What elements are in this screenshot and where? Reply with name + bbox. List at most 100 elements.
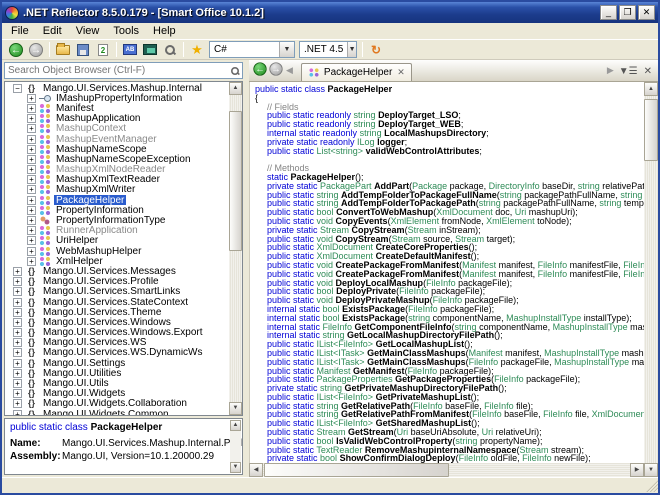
tree-item[interactable]: +{}Mango.UI.Services.Windows.Export [5,328,229,338]
language-select[interactable]: C# ▼ [209,41,295,58]
back-button[interactable]: ← [7,41,25,58]
tab-packagehelper[interactable]: PackageHelper ✕ [301,63,412,81]
tree-item[interactable]: +{}Mango.UI.Services.StateContext [5,297,229,307]
tab-close-icon[interactable]: ✕ [397,67,405,78]
tree-item[interactable]: +{}Mango.UI.Services.SmartLinks [5,287,229,297]
search-input[interactable] [5,65,229,76]
tree-expander[interactable]: + [27,236,36,245]
tree-item[interactable]: +MashupApplication [5,114,229,124]
tree-item[interactable]: +RunnerApplication [5,226,229,236]
code-line[interactable]: public static class PackageHelper [255,85,644,94]
tree-expander[interactable]: + [27,114,36,123]
tree-item[interactable]: +WebMashupHelper [5,246,229,256]
forward-button[interactable]: → [27,41,45,58]
chevron-down-icon[interactable]: ▼ [279,42,294,57]
tree-expander[interactable]: − [13,84,22,93]
tree-expander[interactable]: + [13,318,22,327]
tree-item[interactable]: +{}Mango.UI.Services.Profile [5,277,229,287]
tree-item[interactable]: +{}Mango.UI.Widgets.Common [5,409,229,415]
tree-item[interactable]: +UriHelper [5,236,229,246]
scrollbar-thumb[interactable] [264,463,449,477]
tree-scrollbar[interactable]: ▲ ▼ [229,82,242,415]
scrollbar-thumb[interactable] [229,111,242,251]
tree-expander[interactable]: + [27,124,36,133]
tree-expander[interactable]: + [27,185,36,194]
favorites-button[interactable]: ★ [188,41,206,58]
menu-file[interactable]: File [4,24,36,38]
tree-expander[interactable]: + [13,410,22,415]
tab-scroll-left-icon[interactable]: ◀ [286,65,293,76]
scroll-left-icon[interactable]: ◀ [249,463,263,477]
scroll-up-icon[interactable]: ▲ [230,420,241,431]
maximize-button[interactable]: ❐ [619,5,636,20]
tree-item[interactable]: +{}Mango.UI.Services.Windows [5,317,229,327]
tree-expander[interactable]: + [27,145,36,154]
scroll-down-icon[interactable]: ▼ [230,462,241,473]
tab-menu-icon[interactable]: ▼☰ [619,66,638,77]
open-button[interactable] [54,41,72,58]
menu-tools[interactable]: Tools [106,24,146,38]
close-button[interactable]: ✕ [638,5,655,20]
tree-item[interactable]: +MashupNameScopeException [5,154,229,164]
tree-item[interactable]: +{}Mango.UI.Services.Theme [5,307,229,317]
tree-item[interactable]: +{}Mango.UI.Widgets [5,389,229,399]
tree-expander[interactable]: + [13,338,22,347]
tree-item[interactable]: +{}Mango.UI.Widgets.Collaboration [5,399,229,409]
menu-help[interactable]: Help [146,24,183,38]
tree-expander[interactable]: + [27,165,36,174]
nav-forward-button[interactable]: → [269,62,282,75]
scrollbar-thumb[interactable] [644,99,658,161]
tree-expander[interactable]: + [13,389,22,398]
code-vscrollbar[interactable]: ▲ ▼ [644,82,658,477]
resource-viewer-button[interactable] [141,41,159,58]
tree-expander[interactable]: + [27,104,36,113]
minimize-button[interactable]: _ [600,5,617,20]
tree-expander[interactable]: + [27,216,36,225]
code-line[interactable] [267,155,644,164]
tree-expander[interactable]: + [27,196,36,205]
panel-close-icon[interactable]: ✕ [644,66,652,77]
update-check-button[interactable]: ↻ [367,41,385,58]
details-scrollbar[interactable]: ▲ ▼ [230,420,241,473]
refresh-button[interactable]: 2 [94,41,112,58]
scroll-down-icon[interactable]: ▼ [644,463,658,477]
scroll-up-icon[interactable]: ▲ [229,82,242,95]
tree-item[interactable]: +PropertyInformationType [5,215,229,225]
menu-edit[interactable]: Edit [36,24,69,38]
chevron-down-icon[interactable]: ▼ [347,42,356,57]
scroll-up-icon[interactable]: ▲ [644,82,658,96]
tree-item[interactable]: +MashupXmlTextReader [5,175,229,185]
tree-expander[interactable]: + [13,298,22,307]
tree-expander[interactable]: + [13,287,22,296]
tree-expander[interactable]: + [13,379,22,388]
tree-expander[interactable]: + [27,135,36,144]
code-line[interactable]: public static List<string> validWebContr… [267,147,644,156]
scroll-right-icon[interactable]: ▶ [630,463,644,477]
tree-item[interactable]: +IMashupPropertyInformation [5,93,229,103]
tree-item[interactable]: +MashupXmlNodeReader [5,165,229,175]
resize-grip[interactable] [646,480,658,492]
tree-expander[interactable]: + [13,277,22,286]
tree-item[interactable]: +PropertyInformation [5,205,229,215]
nav-back-button[interactable]: ← [253,62,266,75]
tree-item[interactable]: +XmlHelper [5,256,229,266]
tree-expander[interactable]: + [13,369,22,378]
tree-expander[interactable]: + [13,359,22,368]
code-hscrollbar[interactable]: ◀ ▶ [249,463,644,477]
tree-expander[interactable]: + [27,94,36,103]
tree-item[interactable]: −{}Mango.UI.Services.Mashup.Internal [5,83,229,93]
tree-expander[interactable]: + [27,226,36,235]
tree-expander[interactable]: + [27,155,36,164]
tree-item[interactable]: +Manifest [5,103,229,113]
tree-item[interactable]: +{}Mango.UI.Settings [5,358,229,368]
tree-item[interactable]: +{}Mango.UI.Utilities [5,368,229,378]
tree-item[interactable]: +MashupNameScope [5,144,229,154]
search-button[interactable] [161,41,179,58]
tree-item[interactable]: +MashupEventManager [5,134,229,144]
tree-item[interactable]: +{}Mango.UI.Services.Messages [5,266,229,276]
tree-expander[interactable]: + [13,267,22,276]
code-line[interactable]: { [255,94,644,103]
tree-expander[interactable]: + [13,399,22,408]
tree-item[interactable]: +MashupContext [5,124,229,134]
menu-view[interactable]: View [69,24,107,38]
